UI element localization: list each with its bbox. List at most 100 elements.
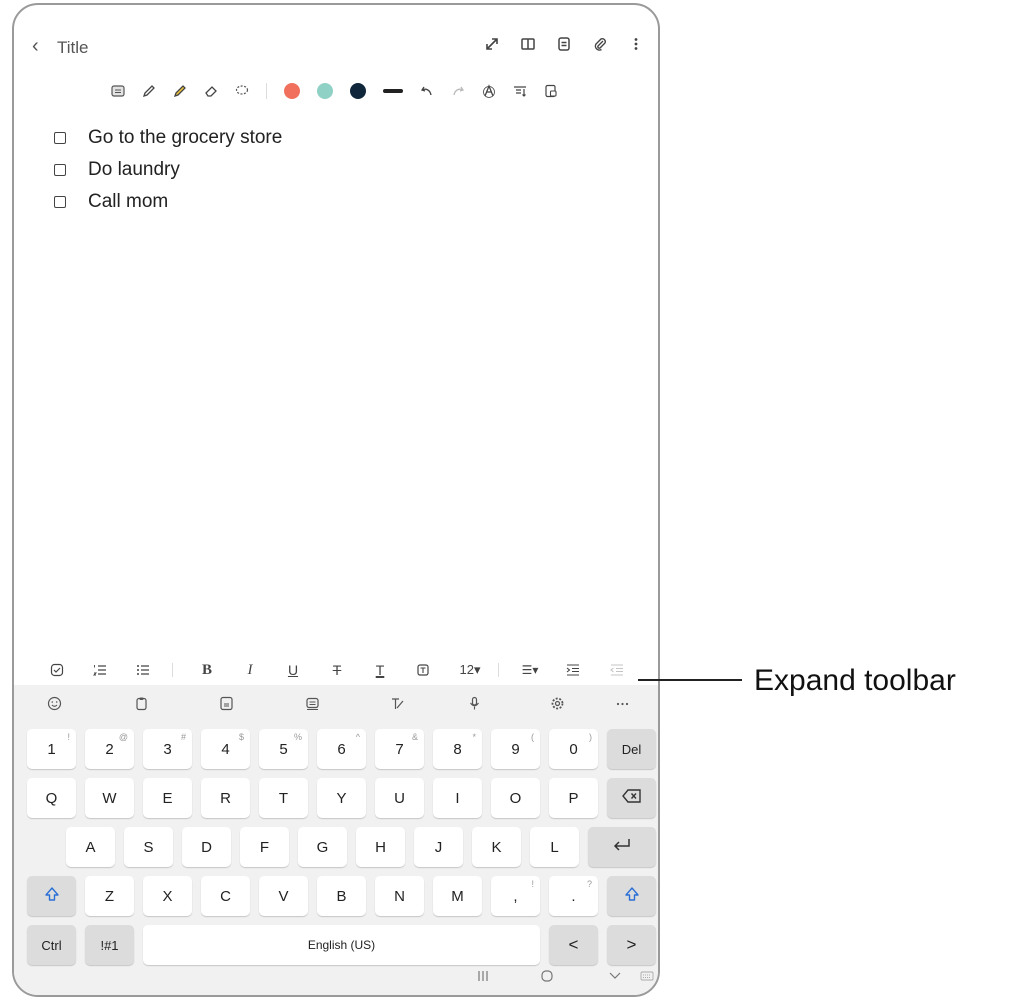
- key-v[interactable]: V: [259, 876, 308, 916]
- book-icon[interactable]: [520, 36, 536, 52]
- color-swatch-navy[interactable]: [350, 83, 366, 99]
- key-5[interactable]: 5%: [259, 729, 308, 769]
- key-r[interactable]: R: [201, 778, 250, 818]
- checkbox[interactable]: [54, 196, 66, 208]
- checklist-text[interactable]: Call mom: [88, 191, 168, 213]
- key-period[interactable]: .?: [549, 876, 598, 916]
- key-n[interactable]: N: [375, 876, 424, 916]
- key-8[interactable]: 8 *: [433, 729, 482, 769]
- key-6[interactable]: 6 ^: [317, 729, 366, 769]
- key-u[interactable]: U: [375, 778, 424, 818]
- expand-icon[interactable]: [484, 36, 500, 52]
- font-size-select[interactable]: 12▾: [454, 660, 486, 680]
- expand-toolbar-more-icon[interactable]: [612, 693, 632, 713]
- align-select[interactable]: ☰▾: [516, 660, 544, 680]
- strikethrough-button[interactable]: T: [326, 660, 348, 680]
- back-button[interactable]: ‹: [32, 36, 39, 56]
- indent-icon[interactable]: [562, 660, 584, 680]
- checklist-item[interactable]: Do laundry: [54, 154, 282, 186]
- redo-icon[interactable]: [451, 84, 465, 98]
- settings-gear-icon[interactable]: [547, 693, 567, 713]
- key-x[interactable]: X: [143, 876, 192, 916]
- checkbox[interactable]: [54, 132, 66, 144]
- keyboard-mode-icon[interactable]: [111, 84, 125, 98]
- checkbox[interactable]: [54, 164, 66, 176]
- key-1[interactable]: 1!: [27, 729, 76, 769]
- attach-icon[interactable]: [592, 36, 608, 52]
- pen-icon[interactable]: [142, 84, 156, 98]
- template-icon[interactable]: [556, 36, 572, 52]
- key-m[interactable]: M: [433, 876, 482, 916]
- key-j[interactable]: J: [414, 827, 463, 867]
- enter-key[interactable]: [588, 827, 656, 867]
- key-3[interactable]: 3 #: [143, 729, 192, 769]
- numbered-list-icon[interactable]: [89, 660, 111, 680]
- emoji-icon[interactable]: [44, 693, 64, 713]
- text-color-button[interactable]: T: [369, 660, 391, 680]
- key-sub-label: $: [238, 732, 244, 742]
- key-e[interactable]: E: [143, 778, 192, 818]
- underline-button[interactable]: U: [282, 660, 304, 680]
- color-swatch-red[interactable]: [284, 83, 300, 99]
- key-0[interactable]: 0): [549, 729, 598, 769]
- key-i[interactable]: I: [433, 778, 482, 818]
- key-a[interactable]: A: [66, 827, 115, 867]
- checkbox-list-icon[interactable]: [46, 660, 68, 680]
- key-c[interactable]: C: [201, 876, 250, 916]
- shift-key-right[interactable]: [607, 876, 656, 916]
- checklist-item[interactable]: Go to the grocery store: [54, 122, 282, 154]
- key-comma[interactable]: ,!: [491, 876, 540, 916]
- key-4[interactable]: 4 $: [201, 729, 250, 769]
- outdent-icon: [606, 660, 628, 680]
- key-p[interactable]: P: [549, 778, 598, 818]
- key-t[interactable]: T: [259, 778, 308, 818]
- key-2[interactable]: 2 @: [85, 729, 134, 769]
- note-body[interactable]: Go to the grocery store Do laundry Call …: [54, 122, 282, 218]
- clipboard-icon[interactable]: [131, 693, 151, 713]
- text-convert-icon[interactable]: [513, 84, 527, 98]
- keyboard-size-icon[interactable]: [302, 693, 322, 713]
- key-b[interactable]: B: [317, 876, 366, 916]
- key-w[interactable]: W: [85, 778, 134, 818]
- key-9[interactable]: 9(: [491, 729, 540, 769]
- key-f[interactable]: F: [240, 827, 289, 867]
- key-7[interactable]: 7 &: [375, 729, 424, 769]
- recents-icon[interactable]: [476, 969, 490, 986]
- key-s[interactable]: S: [124, 827, 173, 867]
- microphone-icon[interactable]: [464, 693, 484, 713]
- key-l[interactable]: L: [530, 827, 579, 867]
- bullet-list-icon[interactable]: [132, 660, 154, 680]
- backspace-key[interactable]: [607, 778, 656, 818]
- pen-thickness-icon[interactable]: [383, 89, 403, 93]
- key-d[interactable]: D: [182, 827, 231, 867]
- note-title[interactable]: Title: [57, 38, 89, 58]
- more-vert-icon[interactable]: [628, 36, 644, 52]
- checklist-text[interactable]: Do laundry: [88, 159, 180, 181]
- handwriting-icon[interactable]: [482, 84, 496, 98]
- color-swatch-teal[interactable]: [317, 83, 333, 99]
- key-k[interactable]: K: [472, 827, 521, 867]
- handwriting-input-icon[interactable]: [387, 693, 407, 713]
- key-h[interactable]: H: [356, 827, 405, 867]
- key-g[interactable]: G: [298, 827, 347, 867]
- home-icon[interactable]: [540, 969, 554, 986]
- italic-button[interactable]: I: [239, 660, 261, 680]
- highlighter-icon[interactable]: [173, 84, 187, 98]
- key-y[interactable]: Y: [317, 778, 366, 818]
- key-o[interactable]: O: [491, 778, 540, 818]
- one-handed-keyboard-icon[interactable]: [216, 693, 236, 713]
- keyboard-switch-icon[interactable]: [640, 969, 654, 986]
- eraser-icon[interactable]: [204, 84, 218, 98]
- key-z[interactable]: Z: [85, 876, 134, 916]
- key-del[interactable]: Del: [607, 729, 656, 769]
- lasso-icon[interactable]: [235, 84, 249, 98]
- key-q[interactable]: Q: [27, 778, 76, 818]
- checklist-text[interactable]: Go to the grocery store: [88, 127, 282, 149]
- shift-key-left[interactable]: [27, 876, 76, 916]
- checklist-item[interactable]: Call mom: [54, 186, 282, 218]
- bold-button[interactable]: B: [196, 660, 218, 680]
- undo-icon[interactable]: [420, 84, 434, 98]
- hide-keyboard-icon[interactable]: [608, 969, 622, 986]
- lock-icon[interactable]: [544, 84, 558, 98]
- text-box-icon[interactable]: [412, 660, 434, 680]
